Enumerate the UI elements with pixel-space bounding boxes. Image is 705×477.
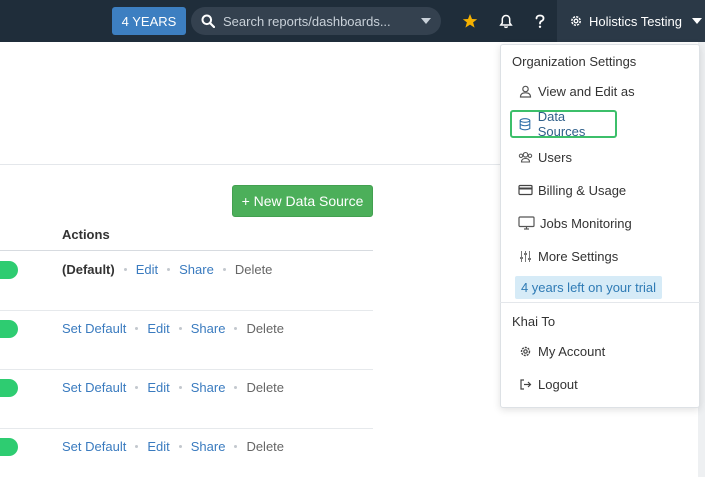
monitor-icon — [517, 215, 535, 231]
separator-dot — [123, 268, 127, 271]
data-source-toggle[interactable] — [0, 261, 18, 279]
set-default-link[interactable]: Set Default — [62, 380, 126, 395]
table-header-divider — [0, 250, 373, 251]
separator-dot — [222, 268, 226, 271]
data-source-toggle[interactable] — [0, 320, 18, 338]
help-icon[interactable] — [530, 11, 550, 31]
bell-icon[interactable] — [496, 11, 516, 31]
star-icon[interactable] — [460, 11, 480, 31]
edit-link[interactable]: Edit — [147, 321, 169, 336]
users-icon — [517, 149, 533, 165]
search-icon — [201, 14, 215, 28]
menu-item-billing-usage[interactable]: Billing & Usage — [510, 177, 626, 203]
menu-item-more-settings[interactable]: More Settings — [510, 243, 618, 269]
table-row-actions: Set Default Edit Share Delete — [62, 321, 284, 336]
org-settings-heading: Organization Settings — [512, 54, 637, 69]
edit-link[interactable]: Edit — [147, 439, 169, 454]
trial-status-badge[interactable]: 4 years left on your trial — [515, 276, 662, 299]
menu-item-view-edit-as[interactable]: View and Edit as — [510, 78, 635, 104]
separator-dot — [234, 327, 238, 330]
separator-dot — [135, 386, 139, 389]
edit-link[interactable]: Edit — [136, 262, 158, 277]
table-row-actions: (Default) Edit Share Delete — [62, 262, 272, 277]
share-link[interactable]: Share — [191, 380, 226, 395]
menu-item-label: Data Sources — [537, 109, 586, 139]
default-label: (Default) — [62, 262, 115, 277]
credit-card-icon — [517, 182, 533, 198]
set-default-link[interactable]: Set Default — [62, 321, 126, 336]
user-section-heading: Khai To — [512, 314, 556, 329]
section-divider — [0, 164, 500, 165]
share-link[interactable]: Share — [191, 321, 226, 336]
search-input[interactable] — [223, 13, 398, 29]
separator-dot — [135, 445, 139, 448]
plan-badge-button[interactable]: 4 YEARS — [112, 7, 186, 35]
separator-dot — [178, 386, 182, 389]
data-source-toggle[interactable] — [0, 438, 18, 456]
share-link[interactable]: Share — [179, 262, 214, 277]
org-user-menu-button[interactable]: Holistics Testing — [557, 0, 705, 42]
row-divider — [0, 428, 373, 429]
separator-dot — [234, 386, 238, 389]
share-link[interactable]: Share — [191, 439, 226, 454]
org-name: Holistics Testing — [589, 13, 682, 29]
menu-item-label: Jobs Monitoring — [540, 215, 632, 231]
delete-link[interactable]: Delete — [246, 321, 284, 336]
delete-link[interactable]: Delete — [246, 439, 284, 454]
menu-item-users[interactable]: Users — [510, 144, 572, 170]
separator-dot — [178, 327, 182, 330]
sliders-icon — [517, 248, 533, 264]
data-source-toggle[interactable] — [0, 379, 18, 397]
new-data-source-button[interactable]: + New Data Source — [232, 185, 373, 217]
menu-item-data-sources[interactable]: Data Sources — [510, 109, 617, 139]
separator-dot — [135, 327, 139, 330]
menu-item-jobs-monitoring[interactable]: Jobs Monitoring — [510, 210, 632, 236]
separator-dot — [167, 268, 171, 271]
row-divider — [0, 369, 373, 370]
gear-icon — [517, 343, 533, 359]
menu-item-label: More Settings — [538, 248, 619, 264]
database-icon — [517, 116, 533, 132]
table-row-actions: Set Default Edit Share Delete — [62, 380, 284, 395]
menu-item-logout[interactable]: Logout — [510, 371, 578, 397]
delete-link[interactable]: Delete — [246, 380, 284, 395]
menu-item-label: My Account — [538, 343, 606, 359]
menu-item-label: Billing & Usage — [538, 182, 627, 198]
search-dropdown-caret-icon[interactable] — [421, 18, 431, 24]
top-navbar: 4 YEARS Holistics Testing — [0, 0, 705, 42]
menu-item-label: Users — [538, 149, 572, 165]
logout-icon — [517, 376, 533, 392]
search-box[interactable] — [191, 7, 441, 35]
edit-link[interactable]: Edit — [147, 380, 169, 395]
menu-item-label: View and Edit as — [538, 83, 635, 99]
actions-column-header: Actions — [62, 227, 110, 242]
separator-dot — [234, 445, 238, 448]
chevron-down-icon — [691, 18, 702, 24]
row-divider — [0, 310, 373, 311]
set-default-link[interactable]: Set Default — [62, 439, 126, 454]
table-row-actions: Set Default Edit Share Delete — [62, 439, 284, 454]
delete-link[interactable]: Delete — [235, 262, 273, 277]
menu-divider — [500, 302, 700, 303]
menu-item-my-account[interactable]: My Account — [510, 338, 605, 364]
gear-icon — [571, 16, 581, 26]
separator-dot — [178, 445, 182, 448]
menu-item-label: Logout — [538, 376, 578, 392]
user-icon — [517, 83, 533, 99]
